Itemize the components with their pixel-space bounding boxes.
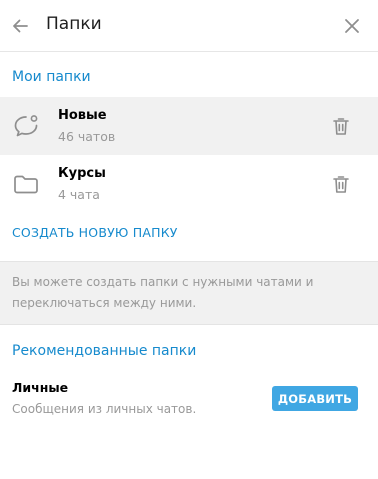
folder-name: Курсы [58,166,106,181]
folders-panel: Папки Мои папки Новые 46 чатов Курсы 4 ч… [0,0,378,479]
trash-icon[interactable] [330,115,352,137]
add-folder-button[interactable]: ДОБАВИТЬ [272,386,358,411]
info-box: Вы можете создать папки с нужными чатами… [0,261,378,325]
folder-name: Новые [58,108,107,123]
arrow-left-icon [13,19,28,33]
folder-icon [14,175,38,194]
recommended-folders-title: Рекомендованные папки [12,343,197,359]
info-text: Вы можете создать папки с нужными чатами… [12,275,314,310]
chat-bubble-icon [14,115,38,137]
folder-chat-count: 46 чатов [58,129,116,144]
close-button[interactable] [338,12,366,40]
page-title: Папки [46,14,102,34]
trash-icon[interactable] [330,173,352,195]
create-folder-button[interactable]: СОЗДАТЬ НОВУЮ ПАПКУ [12,225,178,240]
recommended-folder-name: Личные [12,380,69,395]
folder-row-new[interactable]: Новые 46 чатов [0,97,378,155]
close-icon [345,19,359,33]
my-folders-title: Мои папки [12,69,91,85]
folder-chat-count: 4 чата [58,187,100,202]
folder-row-courses[interactable]: Курсы 4 чата [0,155,378,213]
back-button[interactable] [6,12,34,40]
header: Папки [0,0,378,52]
recommended-folder-description: Сообщения из личных чатов. [12,402,197,416]
